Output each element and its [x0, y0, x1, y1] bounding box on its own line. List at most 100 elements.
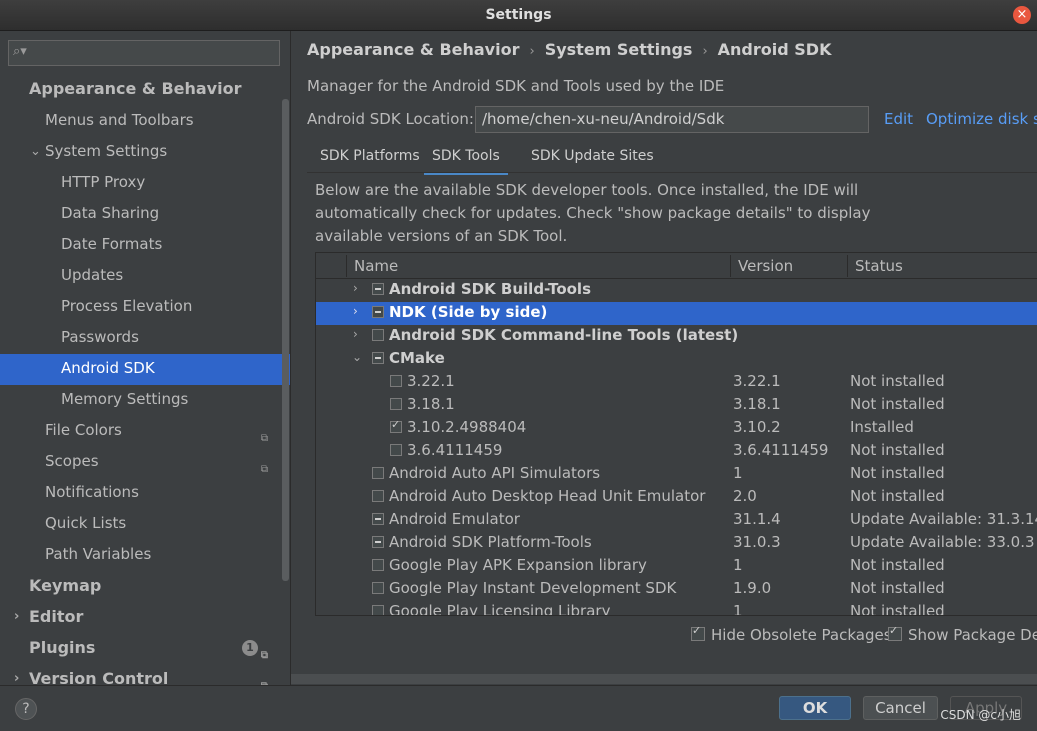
chevron-right-icon[interactable]: ›: [14, 602, 19, 631]
help-icon[interactable]: ?: [15, 698, 37, 720]
row-checkbox[interactable]: [372, 352, 384, 364]
row-checkbox[interactable]: [372, 513, 384, 525]
sidebar-item-notifications[interactable]: Notifications: [0, 478, 290, 509]
column-divider[interactable]: [730, 255, 731, 277]
chevron-right-icon[interactable]: ›: [14, 664, 19, 685]
row-status: Update Available: 33.0.3: [850, 533, 1035, 551]
row-checkbox[interactable]: [372, 306, 384, 318]
tab-sdk-update-sites[interactable]: SDK Update Sites: [531, 148, 654, 172]
table-row[interactable]: 3.18.1 3.18.1 Not installed: [316, 394, 1037, 417]
breadcrumb-item: Appearance & Behavior: [307, 40, 520, 59]
row-checkbox[interactable]: [372, 536, 384, 548]
table-row[interactable]: 3.6.4111459 3.6.4111459 Not installed: [316, 440, 1037, 463]
checkbox-checked-icon[interactable]: [691, 624, 705, 641]
sidebar-item-path-variables[interactable]: Path Variables: [0, 540, 290, 571]
sidebar-item-android-sdk[interactable]: Android SDK: [0, 354, 290, 385]
row-checkbox[interactable]: [390, 398, 402, 410]
sdk-location-field[interactable]: /home/chen-xu-neu/Android/Sdk: [475, 106, 869, 133]
row-name: Android SDK Command-line Tools (latest): [389, 326, 739, 344]
table-row[interactable]: › NDK (Side by side): [316, 302, 729, 325]
column-header-name[interactable]: Name: [354, 257, 398, 275]
sidebar-item-editor[interactable]: › Editor: [0, 602, 290, 633]
sidebar-item-updates[interactable]: Updates: [0, 261, 290, 292]
selected-row-fill: [729, 302, 1037, 325]
chevron-right-icon[interactable]: ›: [353, 327, 358, 341]
sidebar-item-label: Updates: [61, 266, 124, 284]
breadcrumb: Appearance & Behavior › System Settings › An…: [307, 40, 831, 59]
table-row[interactable]: ⌄ CMake: [316, 348, 1037, 371]
sidebar-scrollbar[interactable]: [282, 99, 289, 581]
hide-obsolete-label: Hide Obsolete Packages: [711, 626, 892, 644]
table-row[interactable]: › Android SDK Command-line Tools (latest…: [316, 325, 1037, 348]
row-checkbox[interactable]: [372, 467, 384, 479]
search-input[interactable]: [35, 43, 279, 65]
show-details-checkbox[interactable]: Show Package Deta: [888, 624, 1037, 644]
row-checkbox[interactable]: [390, 375, 402, 387]
column-header-status[interactable]: Status: [855, 257, 903, 275]
title-bar: Settings ×: [0, 0, 1037, 31]
table-row[interactable]: 3.22.1 3.22.1 Not installed: [316, 371, 1037, 394]
row-checkbox[interactable]: [390, 418, 402, 433]
sidebar-item-date-formats[interactable]: Date Formats: [0, 230, 290, 261]
sidebar-item-system-settings[interactable]: ⌄ System Settings: [0, 137, 290, 168]
row-checkbox[interactable]: [372, 559, 384, 571]
sidebar-item-version-control[interactable]: › Version Control ⧉: [0, 664, 280, 685]
sidebar-item-data-sharing[interactable]: Data Sharing: [0, 199, 290, 230]
cancel-button[interactable]: Cancel: [863, 696, 938, 720]
row-checkbox[interactable]: [372, 582, 384, 594]
column-header-version[interactable]: Version: [738, 257, 793, 275]
table-row[interactable]: Android Auto Desktop Head Unit Emulator …: [316, 486, 1037, 509]
close-icon[interactable]: ×: [1013, 6, 1031, 24]
table-row[interactable]: › Android SDK Build-Tools: [316, 279, 1037, 302]
table-row[interactable]: Google Play Instant Development SDK 1.9.…: [316, 578, 1037, 601]
page-description: Manager for the Android SDK and Tools us…: [307, 77, 725, 95]
sidebar-item-quick-lists[interactable]: Quick Lists: [0, 509, 290, 540]
row-checkbox[interactable]: [390, 444, 402, 456]
sidebar-item-process-elevation[interactable]: Process Elevation: [0, 292, 290, 323]
sidebar-item-file-colors[interactable]: File Colors ⧉: [0, 416, 280, 447]
edit-link[interactable]: Edit: [884, 110, 913, 128]
chevron-down-icon[interactable]: ⌄: [352, 350, 362, 364]
tab-sdk-platforms[interactable]: SDK Platforms: [320, 148, 420, 172]
row-name: Google Play APK Expansion library: [389, 556, 647, 574]
row-checkbox[interactable]: [372, 329, 384, 341]
checkbox-checked-icon[interactable]: [888, 624, 902, 641]
column-divider[interactable]: [346, 255, 347, 277]
sidebar-item-label: HTTP Proxy: [61, 173, 146, 191]
sidebar-item-scopes[interactable]: Scopes ⧉: [0, 447, 280, 478]
row-checkbox[interactable]: [372, 490, 384, 502]
table-row[interactable]: Google Play APK Expansion library 1 Not …: [316, 555, 1037, 578]
row-checkbox[interactable]: [372, 283, 384, 295]
chevron-right-icon[interactable]: ›: [353, 281, 358, 295]
optimize-disk-link[interactable]: Optimize disk sp: [926, 110, 1037, 128]
table-row[interactable]: Android Emulator 31.1.4 Update Available…: [316, 509, 1037, 532]
row-name: Android SDK Platform-Tools: [389, 533, 592, 551]
sidebar-item-plugins[interactable]: Plugins 1 ⧉: [0, 633, 280, 664]
table-row[interactable]: Google Play Licensing Library 1 Not inst…: [316, 601, 1037, 616]
tab-sdk-tools[interactable]: SDK Tools: [424, 148, 508, 175]
sidebar-item-menus-toolbars[interactable]: Menus and Toolbars: [0, 106, 290, 137]
chevron-right-icon[interactable]: ›: [353, 304, 358, 318]
search-box[interactable]: ⌕▾: [8, 40, 280, 66]
table-row[interactable]: Android Auto API Simulators 1 Not instal…: [316, 463, 1037, 486]
sidebar-item-label: Appearance & Behavior: [29, 79, 242, 98]
chevron-down-icon[interactable]: ⌄: [30, 137, 41, 166]
sidebar-item-memory-settings[interactable]: Memory Settings: [0, 385, 290, 416]
sidebar-item-keymap[interactable]: Keymap: [0, 571, 290, 602]
row-version: 1: [733, 556, 743, 574]
horizontal-scrollbar[interactable]: [291, 674, 1037, 684]
table-row[interactable]: Android SDK Platform-Tools 31.0.3 Update…: [316, 532, 1037, 555]
column-divider[interactable]: [847, 255, 848, 277]
sidebar-item-label: Editor: [29, 607, 84, 626]
table-row[interactable]: 3.10.2.4988404 3.10.2 Installed: [316, 417, 1037, 440]
sidebar-item-label: File Colors: [45, 421, 122, 439]
sidebar-item-passwords[interactable]: Passwords: [0, 323, 290, 354]
sidebar-item-appearance-behavior[interactable]: Appearance & Behavior: [0, 74, 290, 105]
hide-obsolete-checkbox[interactable]: Hide Obsolete Packages: [691, 624, 892, 644]
search-icon: ⌕▾: [13, 44, 27, 59]
row-name: 3.6.4111459: [407, 441, 503, 459]
row-checkbox[interactable]: [372, 605, 384, 615]
sidebar-item-http-proxy[interactable]: HTTP Proxy: [0, 168, 290, 199]
row-name: Google Play Licensing Library: [389, 602, 611, 616]
ok-button[interactable]: OK: [779, 696, 851, 720]
